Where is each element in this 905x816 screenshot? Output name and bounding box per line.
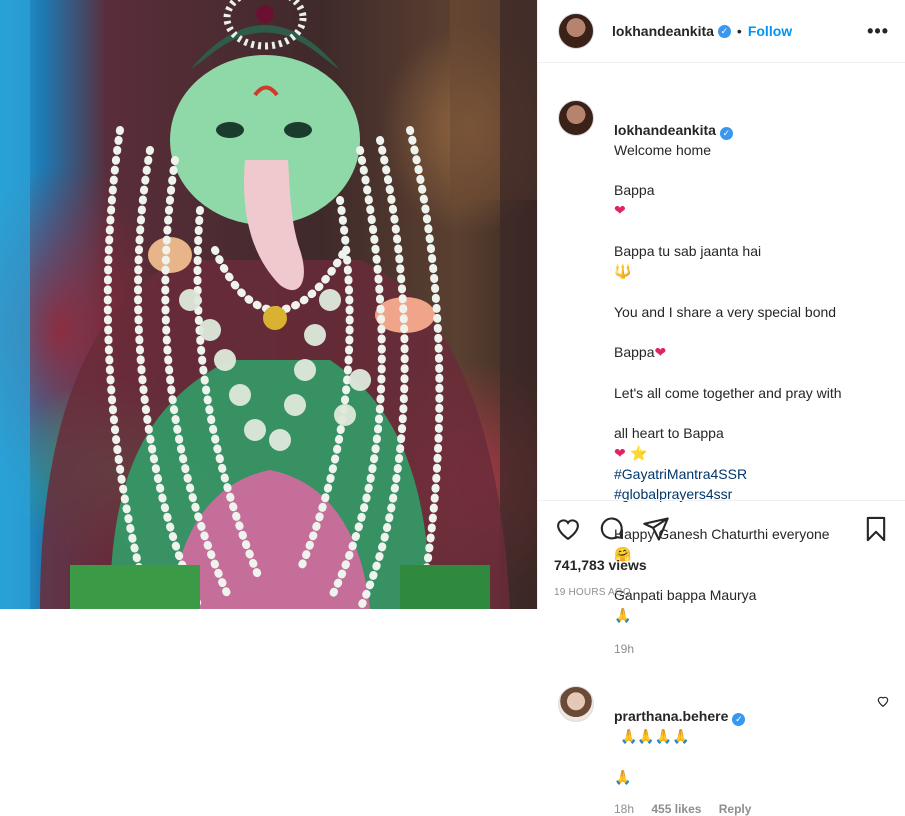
caption-avatar[interactable]: [558, 100, 594, 136]
caption-text: Bappa tu sab jaanta hai: [614, 243, 762, 259]
post-actions: 741,783 views 19 HOURS AGO: [538, 500, 905, 598]
heart-star-emoji-icon: ❤ ⭐: [614, 446, 648, 462]
comment-meta: 18h 455 likes Reply: [614, 802, 864, 816]
author-username[interactable]: lokhandeankita: [612, 23, 714, 39]
caption-line-1: lokhandeankita ✓ Welcome home: [614, 100, 890, 160]
caption-timestamp[interactable]: 19h: [614, 642, 890, 656]
post-header: lokhandeankita ✓ • Follow •••: [538, 0, 905, 63]
like-heart-icon[interactable]: [554, 515, 582, 543]
comment-item: prarthana.behere ✓ 🙏🙏🙏🙏 🙏 18h 455 likes R…: [558, 686, 890, 816]
verified-badge-icon: ✓: [717, 24, 731, 38]
instagram-post: lokhandeankita ✓ • Follow ••• lokhandean…: [0, 0, 905, 816]
caption-text: Bappa: [614, 344, 655, 360]
caption-line: Let's all come together and pray with: [614, 385, 842, 401]
view-count[interactable]: 741,783 views: [554, 557, 890, 573]
post-video[interactable]: [0, 0, 537, 609]
comment-like-heart-icon[interactable]: [876, 694, 890, 816]
caption-line: Bappa tu sab jaanta hai 🔱: [614, 221, 890, 282]
caption-text: Welcome home: [614, 142, 712, 158]
author-avatar[interactable]: [558, 13, 594, 49]
caption-line: You and I share a very special bond: [614, 304, 837, 320]
comment-likes[interactable]: 455 likes: [651, 802, 701, 816]
ganesha-idol-illustration: [0, 0, 537, 609]
commenter-username[interactable]: prarthana.behere: [614, 708, 728, 724]
share-paper-plane-icon[interactable]: [642, 515, 670, 543]
comments-section[interactable]: lokhandeankita ✓ Welcome home Bappa ❤ Bap…: [538, 64, 905, 816]
header-separator: •: [736, 23, 742, 39]
comment-bubble-icon[interactable]: [598, 515, 626, 543]
caption-line: all heart to Bappa ❤ ⭐: [614, 403, 890, 464]
caption-text: Bappa: [614, 182, 655, 198]
post-time-ago[interactable]: 19 HOURS AGO: [554, 587, 890, 598]
action-icons: [554, 513, 890, 545]
verified-badge-icon: ✓: [719, 127, 733, 140]
comment-line: 🙏: [614, 747, 864, 788]
save-bookmark-icon[interactable]: [862, 515, 890, 543]
caption-text: all heart to Bappa: [614, 425, 724, 441]
trident-emoji-icon: 🔱: [614, 264, 632, 280]
comment-line: prarthana.behere ✓ 🙏🙏🙏🙏: [614, 686, 864, 747]
caption-line: Bappa❤: [614, 322, 890, 363]
reply-button[interactable]: Reply: [719, 802, 752, 816]
post-side-panel: lokhandeankita ✓ • Follow ••• lokhandean…: [537, 0, 905, 816]
commenter-avatar[interactable]: [558, 686, 594, 722]
caption-username[interactable]: lokhandeankita: [614, 122, 716, 138]
folded-hands-emoji-icon: 🙏: [614, 770, 632, 786]
folded-hands-emoji-icon: 🙏: [614, 608, 632, 624]
comment-timestamp[interactable]: 18h: [614, 802, 634, 816]
follow-button[interactable]: Follow: [748, 23, 792, 39]
folded-hands-emoji-icon: 🙏🙏🙏🙏: [620, 729, 690, 745]
more-options-icon[interactable]: •••: [867, 21, 889, 42]
heart-emoji-icon: ❤: [614, 203, 626, 219]
hashtag-link[interactable]: #GayatriMantra4SSR: [614, 464, 890, 484]
heart-emoji-icon: ❤: [654, 345, 667, 361]
caption-line: Bappa ❤: [614, 160, 890, 221]
verified-badge-icon: ✓: [732, 713, 746, 726]
